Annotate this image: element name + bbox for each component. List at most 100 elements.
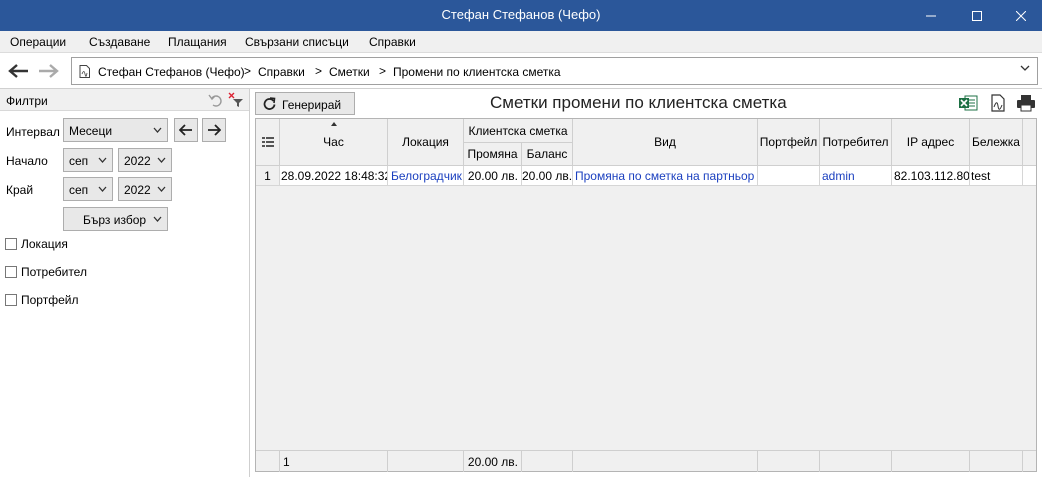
footer-note xyxy=(970,451,1023,472)
breadcrumb[interactable]: Стефан Стефанов (Чефо) > Справки > Сметк… xyxy=(71,57,1038,85)
user-checkbox-label: Потребител xyxy=(21,265,87,279)
sort-ascending-icon xyxy=(331,122,337,126)
location-checkbox[interactable] xyxy=(5,238,17,250)
arrow-left-icon xyxy=(179,124,192,136)
print-icon[interactable] xyxy=(1016,94,1036,112)
forward-button[interactable] xyxy=(37,60,61,82)
menu-reports[interactable]: Справки xyxy=(369,35,416,49)
close-icon xyxy=(1016,10,1026,21)
footer-location xyxy=(388,451,464,472)
header-change[interactable]: Промяна xyxy=(464,143,522,166)
cell-change: 20.00 лв. xyxy=(464,166,522,186)
nav-bar: Стефан Стефанов (Чефо) > Справки > Сметк… xyxy=(0,53,1042,89)
footer-wallet xyxy=(758,451,820,472)
location-checkbox-label: Локация xyxy=(21,237,68,251)
cell-type-link[interactable]: Промяна по сметка на партньор xyxy=(573,166,758,186)
next-period-button[interactable] xyxy=(202,118,226,142)
header-user[interactable]: Потребител xyxy=(820,119,892,166)
pdf-export-icon[interactable] xyxy=(988,94,1008,112)
cell-note: test xyxy=(970,166,1023,186)
start-month-select[interactable]: сеп xyxy=(63,148,113,172)
header-type[interactable]: Вид xyxy=(573,119,758,166)
end-year-select[interactable]: 2022 xyxy=(118,177,172,201)
menu-payments[interactable]: Плащания xyxy=(168,35,227,49)
header-location[interactable]: Локация xyxy=(388,119,464,166)
header-filler xyxy=(1023,119,1036,166)
menu-create[interactable]: Създаване xyxy=(89,35,150,49)
table-footer: 1 20.00 лв. xyxy=(256,450,1036,472)
previous-period-button[interactable] xyxy=(174,118,198,142)
undo-icon[interactable] xyxy=(207,92,223,108)
quick-select-value: Бърз избор xyxy=(83,213,147,227)
wallet-checkbox[interactable] xyxy=(5,294,17,306)
header-note[interactable]: Бележка xyxy=(970,119,1023,166)
chevron-down-icon xyxy=(157,157,166,163)
arrow-right-icon xyxy=(39,64,59,78)
cell-filler xyxy=(1023,166,1036,186)
cell-user-link[interactable]: admin xyxy=(820,166,892,186)
filters-title: Филтри xyxy=(6,94,48,108)
end-month-select[interactable]: сеп xyxy=(63,177,113,201)
interval-label: Интервал xyxy=(6,125,60,139)
filters-header: Филтри xyxy=(0,89,249,111)
table-empty-area xyxy=(256,186,1036,450)
refresh-icon xyxy=(263,97,276,110)
cell-time: 28.09.2022 18:48:32 xyxy=(280,166,388,186)
start-month-value: сеп xyxy=(69,154,89,168)
footer-count: 1 xyxy=(280,451,388,472)
footer-change-total: 20.00 лв. xyxy=(464,451,522,472)
clear-filter-icon[interactable] xyxy=(228,92,244,108)
menu-operations[interactable]: Операции xyxy=(10,35,66,49)
report-title: Сметки промени по клиентска сметка xyxy=(490,93,787,112)
breadcrumb-item-reports[interactable]: Справки xyxy=(258,65,305,79)
list-settings-icon xyxy=(261,136,274,147)
chevron-down-icon[interactable] xyxy=(1020,64,1030,72)
interval-select[interactable]: Месеци xyxy=(63,118,168,142)
pdf-document-icon xyxy=(79,65,90,78)
breadcrumb-separator: > xyxy=(244,64,252,78)
footer-balance xyxy=(522,451,573,472)
chevron-down-icon xyxy=(153,216,162,222)
header-time-label: Час xyxy=(323,135,344,149)
breadcrumb-item-user[interactable]: Стефан Стефанов (Чефо) xyxy=(98,65,245,79)
column-chooser-button[interactable] xyxy=(256,119,280,166)
user-checkbox[interactable] xyxy=(5,266,17,278)
header-time[interactable]: Час xyxy=(280,119,388,166)
header-balance[interactable]: Баланс xyxy=(522,143,573,166)
chevron-down-icon xyxy=(153,127,162,133)
menu-related-lists[interactable]: Свързани списъци xyxy=(245,35,349,49)
arrow-right-icon xyxy=(208,124,221,136)
title-bar: Стефан Стефанов (Чефо) xyxy=(0,0,1042,31)
quick-select[interactable]: Бърз избор xyxy=(63,207,168,231)
window-title: Стефан Стефанов (Чефо) xyxy=(441,7,601,22)
back-button[interactable] xyxy=(6,60,30,82)
start-year-select[interactable]: 2022 xyxy=(118,148,172,172)
footer-ip xyxy=(892,451,970,472)
minimize-icon xyxy=(926,15,936,16)
cell-balance: 20.00 лв. xyxy=(522,166,573,186)
breadcrumb-item-current[interactable]: Промени по клиентска сметка xyxy=(393,65,561,79)
end-month-value: сеп xyxy=(69,183,89,197)
close-button[interactable] xyxy=(998,0,1042,31)
chevron-down-icon xyxy=(157,186,166,192)
filters-panel: Филтри Интервал Месеци Начало сеп 2022 К… xyxy=(0,89,250,477)
cell-location-link[interactable]: Белоградчик xyxy=(388,166,464,186)
footer-rownum xyxy=(256,451,280,472)
header-ip[interactable]: IP адрес xyxy=(892,119,970,166)
header-wallet[interactable]: Портфейл xyxy=(758,119,820,166)
breadcrumb-item-accounts[interactable]: Сметки xyxy=(329,65,370,79)
arrow-left-icon xyxy=(8,64,28,78)
chevron-down-icon xyxy=(98,157,107,163)
generate-button[interactable]: Генерирай xyxy=(255,92,355,115)
cell-wallet xyxy=(758,166,820,186)
row-number: 1 xyxy=(256,166,280,186)
breadcrumb-separator: > xyxy=(315,64,323,78)
breadcrumb-separator: > xyxy=(379,64,387,78)
minimize-button[interactable] xyxy=(908,0,954,31)
menu-bar: Операции Създаване Плащания Свързани спи… xyxy=(0,31,1042,53)
report-table: Час Локация Клиентска сметка Промяна Бал… xyxy=(255,118,1037,472)
excel-export-icon[interactable] xyxy=(958,94,978,112)
maximize-button[interactable] xyxy=(954,0,1000,31)
start-year-value: 2022 xyxy=(124,154,151,168)
table-row[interactable]: 1 28.09.2022 18:48:32 Белоградчик 20.00 … xyxy=(256,166,1036,186)
